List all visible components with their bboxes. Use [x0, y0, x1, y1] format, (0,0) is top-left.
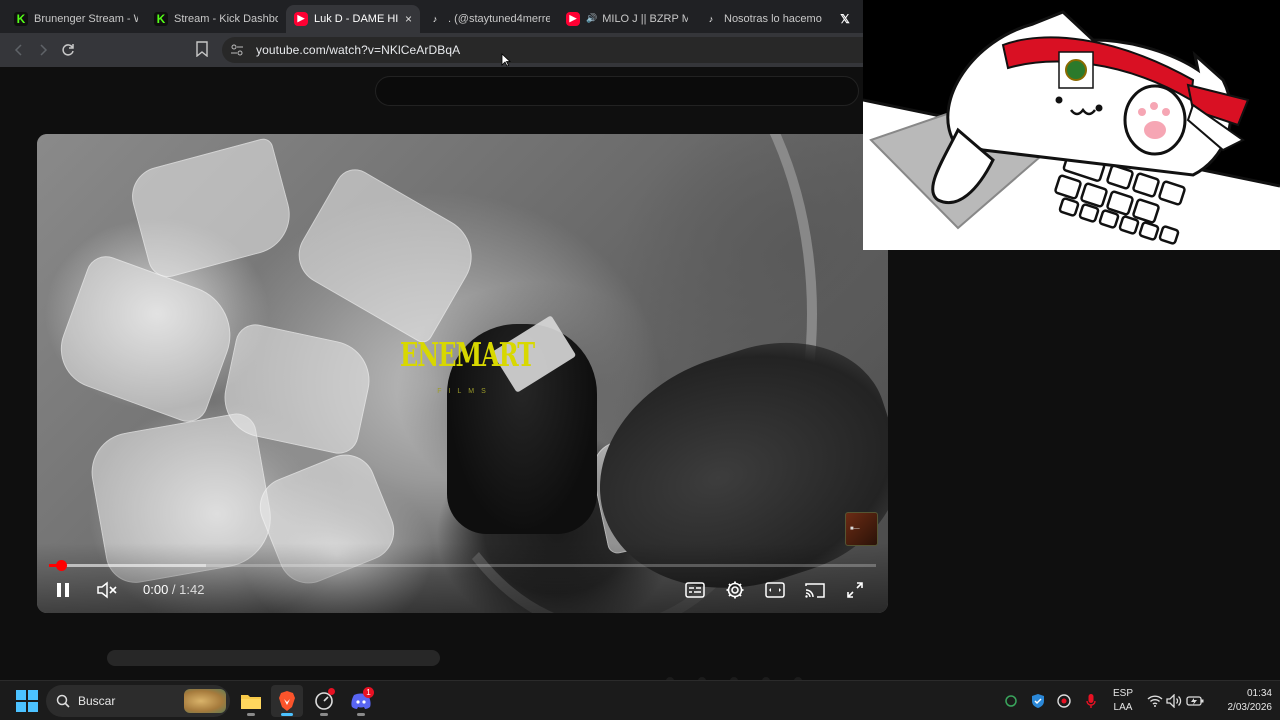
- tab-nosotras-lo-hacemos[interactable]: ♪ Nosotras lo hacemos: [696, 5, 830, 33]
- file-explorer-button[interactable]: [235, 685, 267, 717]
- current-time: 0:00: [143, 582, 169, 597]
- youtube-search-box[interactable]: [375, 76, 859, 106]
- pause-button[interactable]: [48, 575, 78, 605]
- windows-logo-icon: [16, 690, 38, 712]
- browser-toolbar: youtube.com/watch?v=NKlCeArDBqA: [0, 33, 863, 67]
- tab-kick-dashboard[interactable]: K Stream - Kick Dashboa: [146, 5, 286, 33]
- brave-lion-icon: [279, 691, 295, 711]
- bookmark-button[interactable]: [196, 41, 212, 59]
- volume-icon[interactable]: [1165, 692, 1183, 710]
- cast-icon: [805, 583, 825, 598]
- tab-brunenger-stream[interactable]: K Brunenger Stream - W: [6, 5, 146, 33]
- tiktok-icon: ♪: [432, 13, 438, 24]
- x-icon: 𝕏: [840, 11, 850, 26]
- notification-dot: [328, 688, 335, 695]
- app-button[interactable]: [308, 685, 340, 717]
- pause-icon: [57, 583, 69, 597]
- clock[interactable]: 01:34 2/03/2026: [1208, 687, 1273, 715]
- channel-watermark[interactable]: ■—: [845, 512, 878, 546]
- bookmark-icon: [196, 41, 208, 58]
- progress-bar[interactable]: [49, 560, 876, 571]
- subtitles-button[interactable]: [680, 575, 710, 605]
- muted-speaker-icon: [97, 581, 117, 599]
- kick-icon: K: [154, 11, 168, 26]
- language-code: ESP: [1112, 688, 1133, 699]
- microphone-icon[interactable]: [1082, 692, 1100, 710]
- scrubber-handle[interactable]: [55, 560, 67, 571]
- gear-icon: [726, 581, 744, 599]
- search-icon: [56, 694, 70, 708]
- tab-milo-j-bzrp[interactable]: ▶ 🔊 MILO J || BZRP Mu: [558, 5, 696, 33]
- clock-time: 01:34: [1246, 688, 1272, 699]
- tab-title: Stream - Kick Dashboa: [174, 12, 278, 25]
- discord-button[interactable]: 1: [345, 685, 377, 717]
- search-highlight-image: [184, 689, 226, 713]
- tab-title: . (@staytuned4merret: [448, 12, 550, 25]
- speaker-icon[interactable]: 🔊: [586, 13, 597, 24]
- taskbar-search[interactable]: Buscar: [46, 685, 230, 717]
- time-separator: /: [168, 582, 180, 597]
- back-arrow-icon: [14, 44, 22, 56]
- cast-button[interactable]: [800, 575, 830, 605]
- tab-title: MILO J || BZRP Mu: [602, 12, 688, 25]
- watermark-subtitle: FILMS: [437, 388, 493, 395]
- mute-button[interactable]: [92, 575, 122, 605]
- theater-icon: [765, 582, 785, 598]
- tab-title: Luk D - DAME HIE: [314, 12, 399, 25]
- tab-x[interactable]: 𝕏: [830, 5, 860, 33]
- wifi-icon[interactable]: [1146, 692, 1164, 710]
- taskbar: Buscar 1 ESP LAA 01:34 2/03/2026: [0, 680, 1280, 720]
- player-controls: 0:00 / 1:42: [37, 575, 888, 605]
- language-indicator[interactable]: ESP LAA: [1108, 687, 1138, 715]
- bongo-cat-illustration: [863, 10, 1280, 250]
- video-player[interactable]: ENEMART FILMS ■— 0:00 / 1:42: [37, 134, 888, 613]
- youtube-icon: ▶: [566, 11, 580, 26]
- security-shield-icon[interactable]: [1029, 692, 1047, 710]
- notification-badge: 1: [363, 687, 374, 698]
- brave-browser-button[interactable]: [271, 685, 303, 717]
- battery-icon[interactable]: [1186, 692, 1204, 710]
- address-bar[interactable]: youtube.com/watch?v=NKlCeArDBqA: [222, 37, 863, 63]
- tray-status-icon[interactable]: [1002, 692, 1020, 710]
- mouse-cursor-icon: [501, 53, 511, 67]
- reload-icon: [62, 44, 74, 56]
- kick-icon: K: [14, 11, 28, 26]
- tiktok-icon: ♪: [708, 13, 714, 24]
- clock-date: 2/03/2026: [1227, 702, 1273, 713]
- tab-tiktok-staytuned[interactable]: ♪ . (@staytuned4merret: [420, 5, 558, 33]
- fullscreen-button[interactable]: [840, 575, 870, 605]
- site-info-icon[interactable]: [230, 43, 244, 57]
- buffer-bar: [49, 564, 207, 567]
- tab-luk-d-dame[interactable]: ▶ Luk D - DAME HIE ×: [286, 4, 420, 33]
- tray-app-icon[interactable]: [1055, 692, 1073, 710]
- back-button[interactable]: [7, 38, 31, 62]
- keyboard-layout: LAA: [1113, 702, 1133, 713]
- loading-placeholder: [107, 650, 440, 666]
- tab-title: Nosotras lo hacemos: [724, 12, 822, 25]
- tab-title: Brunenger Stream - W: [34, 12, 138, 25]
- duration: 1:42: [179, 582, 205, 597]
- theater-mode-button[interactable]: [760, 575, 790, 605]
- subtitles-icon: [685, 582, 705, 598]
- forward-arrow-icon: [40, 44, 48, 56]
- tab-strip: K Brunenger Stream - W K Stream - Kick D…: [0, 0, 863, 33]
- url-text: youtube.com/watch?v=NKlCeArDBqA: [256, 43, 461, 57]
- time-display: 0:00 / 1:42: [143, 582, 204, 597]
- folder-icon: [241, 695, 261, 709]
- settings-button[interactable]: [720, 575, 750, 605]
- start-button[interactable]: [16, 690, 38, 712]
- youtube-icon: ▶: [294, 11, 308, 26]
- search-label: Buscar: [78, 694, 116, 708]
- watermark-logo: ENEMART: [400, 334, 535, 375]
- forward-button[interactable]: [31, 38, 55, 62]
- screen: K Brunenger Stream - W K Stream - Kick D…: [0, 0, 1280, 720]
- reload-button[interactable]: [56, 38, 80, 62]
- fullscreen-icon: [847, 582, 863, 598]
- close-tab-icon[interactable]: ×: [405, 12, 412, 26]
- bongo-cat-overlay: [863, 0, 1280, 250]
